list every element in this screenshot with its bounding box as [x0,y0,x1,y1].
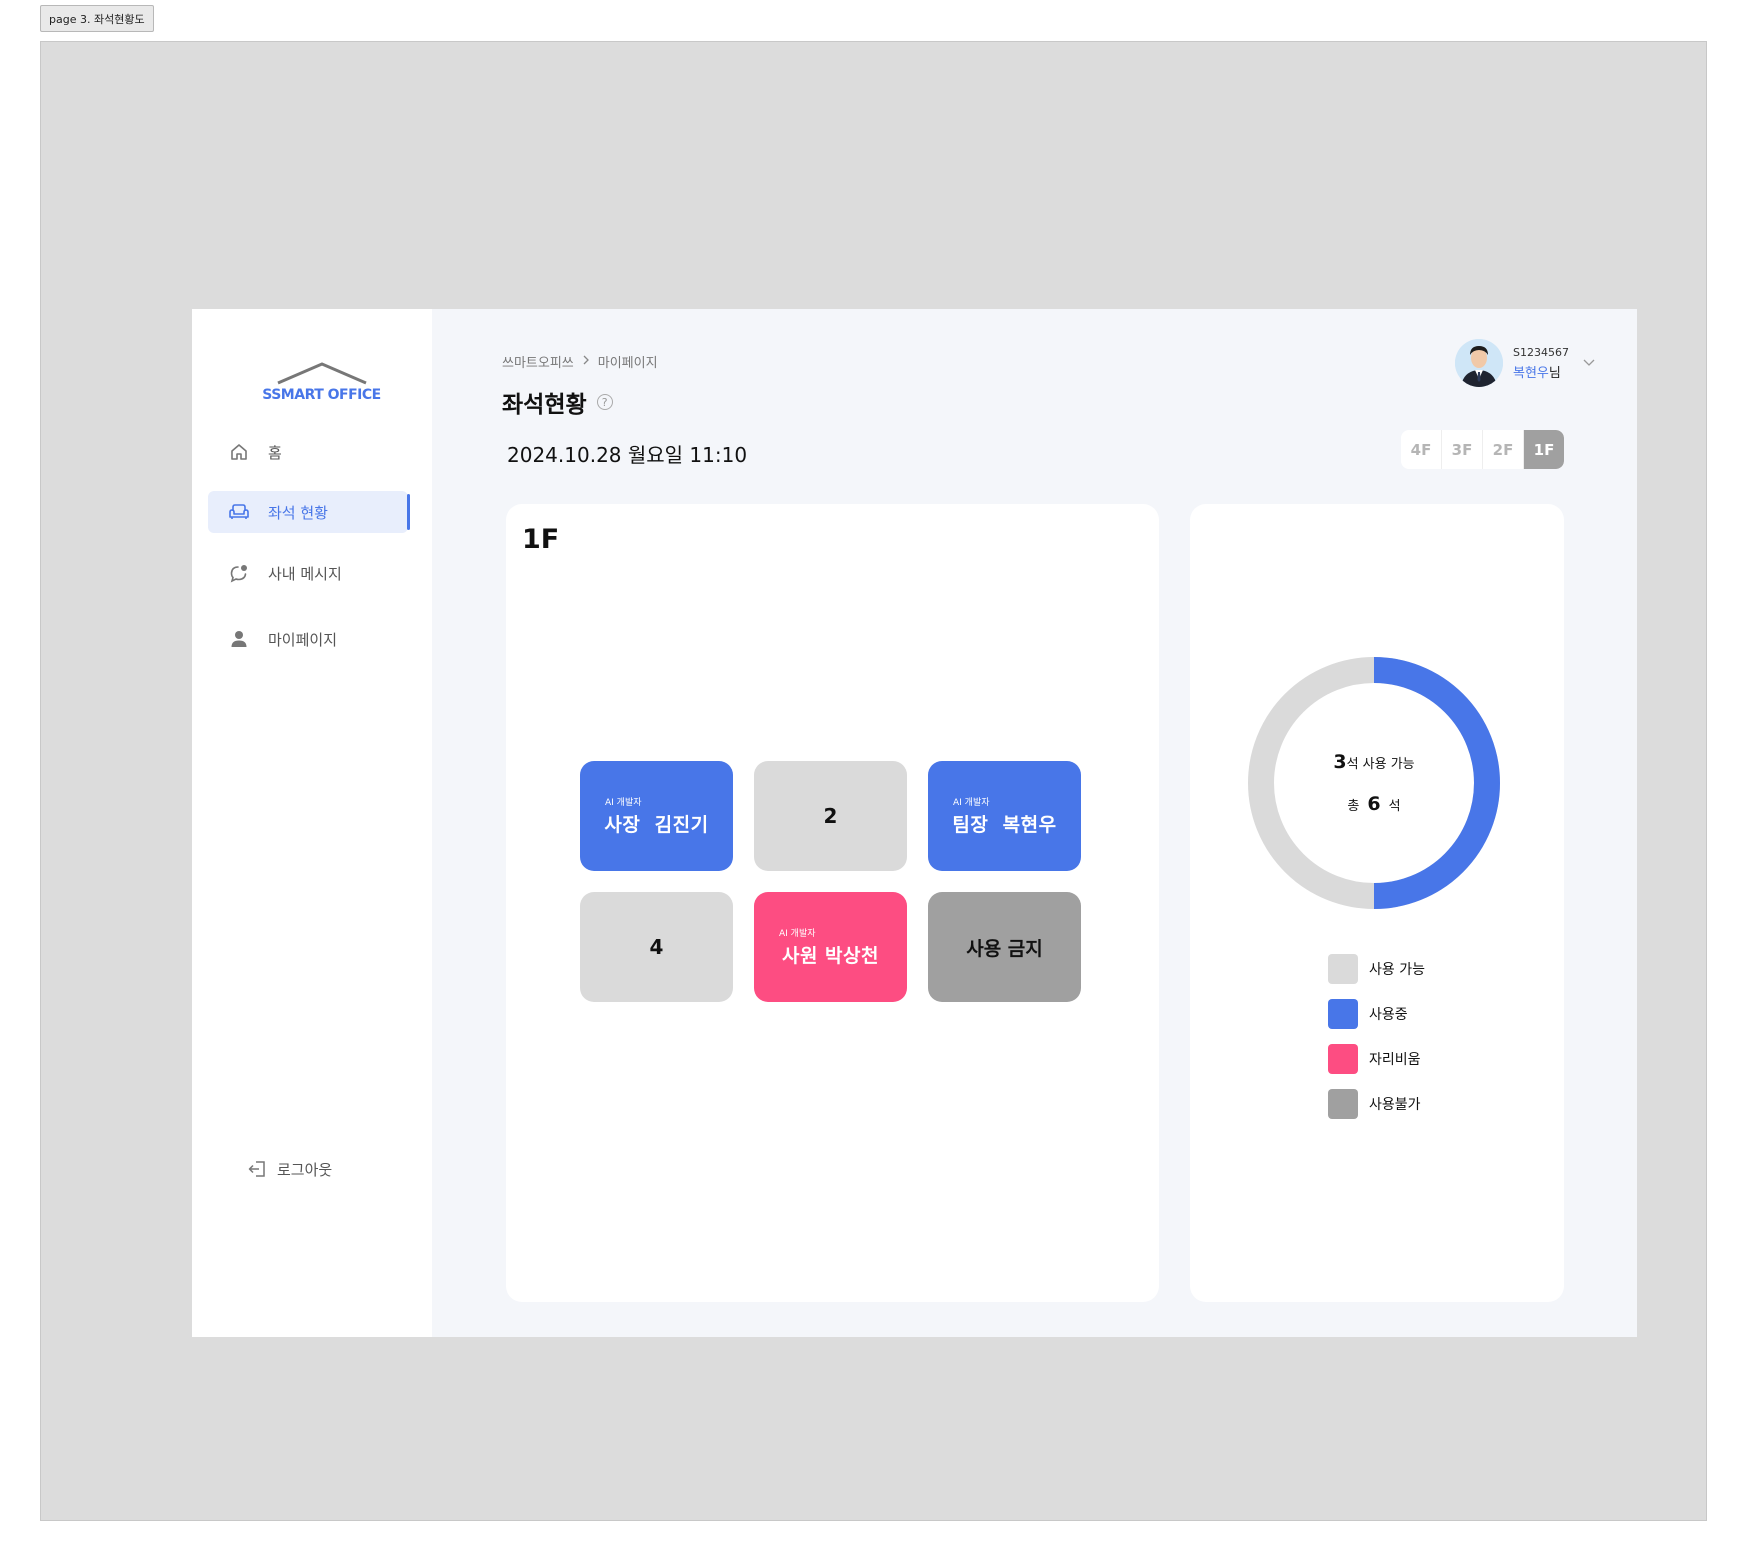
floor-tab-2f[interactable]: 2F [1483,430,1524,469]
seat-blocked-label: 사용 금지 [966,937,1043,960]
seat-6[interactable]: 사용 금지 [928,892,1081,1002]
logout-label: 로그아웃 [277,1160,333,1179]
total-suffix: 석 [1388,799,1401,814]
seat-role: AI 개발자 [953,798,990,808]
sidebar-item-messages[interactable]: 사내 메시지 [208,552,408,594]
breadcrumb-item[interactable]: 쓰마트오피쓰 [502,352,574,371]
legend-label: 사용불가 [1369,1097,1421,1113]
legend-item-available: 사용 가능 [1328,954,1425,984]
home-icon [228,441,250,463]
floor-selector: 4F 3F 2F 1F [1401,430,1564,469]
sidebar-item-mypage[interactable]: 마이페이지 [208,618,408,660]
page-title-text: 좌석현황 [502,392,587,418]
sidebar-item-label: 좌석 현황 [268,503,328,522]
user-info: S1234567 복현우님 [1513,346,1569,381]
seat-role: AI 개발자 [779,929,816,939]
legend-item-in-use: 사용중 [1328,999,1425,1029]
current-datetime: 2024.10.28 월요일 11:10 [507,443,748,467]
seat-3[interactable]: AI 개발자 팀장 복현우 [928,761,1081,871]
available-suffix: 석 사용 가능 [1346,757,1415,772]
seat-occupant: 사원 박상천 [781,945,879,967]
logo[interactable]: SSMART OFFICE [244,361,399,411]
floor-tab-1f[interactable]: 1F [1524,430,1564,469]
seat-1[interactable]: AI 개발자 사장 김진기 [580,761,733,871]
user-name-value: 복현우 [1513,365,1549,381]
page-title: 좌석현황 ? [502,385,613,419]
sidebar-item-label: 마이페이지 [268,630,338,649]
legend-swatch [1328,954,1358,984]
legend-label: 사용중 [1369,1007,1408,1023]
seat-number: 4 [649,935,664,959]
floor-tab-4f[interactable]: 4F [1401,430,1442,469]
roof-logo-icon [276,362,367,385]
total-seats-text: 총 6 석 [1347,793,1400,815]
seat-4[interactable]: 4 [580,892,733,1002]
available-seats-text: 3 석 사용 가능 [1333,751,1414,773]
legend-swatch [1328,1089,1358,1119]
user-name-suffix: 님 [1548,365,1561,381]
legend-label: 사용 가능 [1369,962,1425,978]
sidebar-item-seat-status[interactable]: 좌석 현황 [208,491,410,533]
chevron-right-icon [582,354,590,369]
avatar [1455,339,1503,387]
legend-swatch [1328,999,1358,1029]
logout-icon [247,1160,267,1178]
legend: 사용 가능 사용중 자리비움 사용불가 [1328,954,1425,1134]
legend-label: 자리비움 [1369,1052,1421,1068]
chevron-down-icon[interactable] [1583,359,1595,367]
seat-summary-panel: 3 석 사용 가능 총 6 석 사용 가능 사용중 자리비움 사용불가 [1190,504,1564,1302]
seat-number: 2 [823,804,838,828]
help-icon[interactable]: ? [596,394,613,410]
sidebar-item-label: 사내 메시지 [268,564,342,583]
sofa-icon [228,501,250,523]
logout-button[interactable]: 로그아웃 [247,1157,332,1181]
sidebar: SSMART OFFICE 홈 좌석 현황 사내 메시지 마이페이지 로그아웃 [192,309,432,1337]
message-icon [228,562,250,584]
donut-center-text: 3 석 사용 가능 총 6 석 [1248,657,1500,909]
seat-2[interactable]: 2 [754,761,907,871]
app-window: SSMART OFFICE 홈 좌석 현황 사내 메시지 마이페이지 로그아웃 … [192,309,1637,1337]
legend-item-unavailable: 사용불가 [1328,1089,1425,1119]
total-prefix: 총 [1347,799,1360,814]
floor-tab-3f[interactable]: 3F [1442,430,1483,469]
user-profile[interactable]: S1234567 복현우님 [1455,339,1595,387]
seat-map-floor-label: 1F [522,524,560,555]
legend-item-away: 자리비움 [1328,1044,1425,1074]
page-tab: page 3. 좌석현황도 [40,5,154,32]
seat-role: AI 개발자 [605,798,642,808]
total-count: 6 [1367,793,1381,815]
logo-text: SSMART OFFICE [262,387,381,403]
seat-5[interactable]: AI 개발자 사원 박상천 [754,892,907,1002]
breadcrumb: 쓰마트오피쓰 마이페이지 [502,352,658,371]
available-count: 3 [1333,751,1347,773]
breadcrumb-item[interactable]: 마이페이지 [598,352,658,371]
user-icon [228,628,250,650]
seat-occupant: 사장 김진기 [604,814,709,836]
sidebar-item-label: 홈 [268,443,282,462]
sidebar-item-home[interactable]: 홈 [208,431,408,473]
canvas-frame: SSMART OFFICE 홈 좌석 현황 사내 메시지 마이페이지 로그아웃 … [40,41,1707,1521]
legend-swatch [1328,1044,1358,1074]
seat-map-panel: 1F AI 개발자 사장 김진기 2 AI 개발자 팀장 복현우 4 AI 개발… [506,504,1159,1302]
user-id: S1234567 [1513,345,1569,359]
user-name: 복현우님 [1513,362,1569,381]
seat-occupant: 팀장 복현우 [952,814,1057,836]
